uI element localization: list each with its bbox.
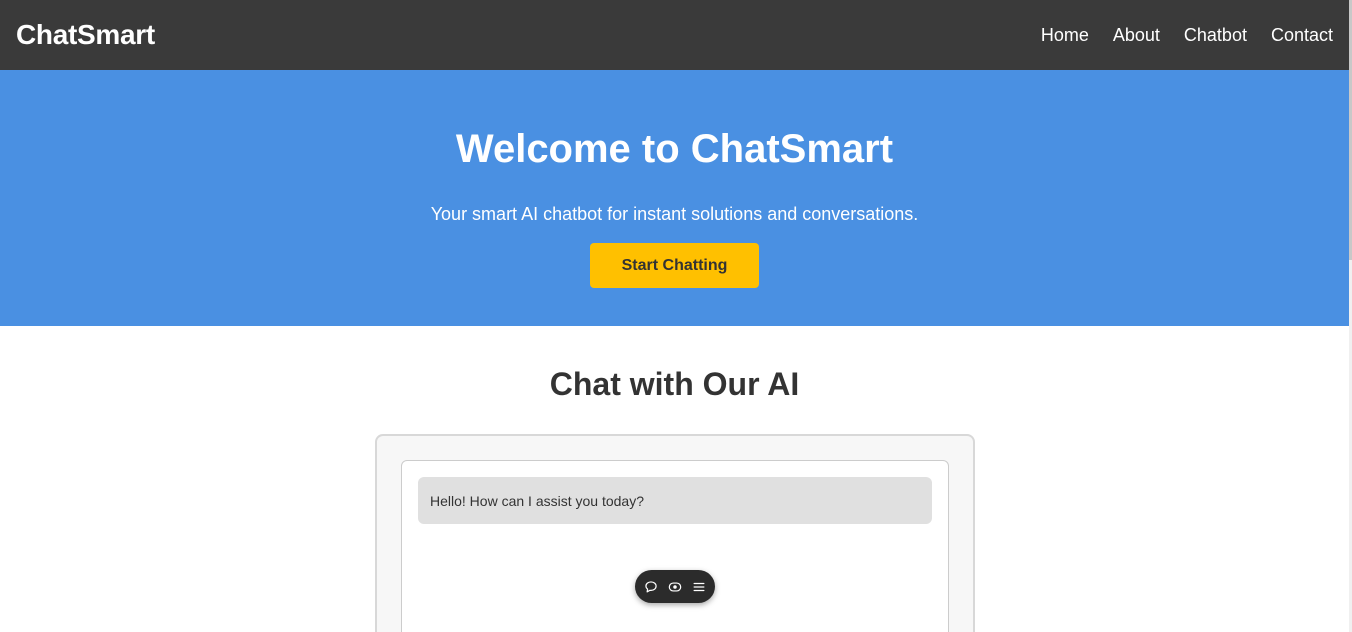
hero-subtitle: Your smart AI chatbot for instant soluti… bbox=[430, 204, 919, 224]
menu-icon[interactable] bbox=[691, 579, 707, 595]
chat-box[interactable]: Hello! How can I assist you today? bbox=[401, 460, 949, 632]
nav-links: Home About Chatbot Contact bbox=[1041, 25, 1333, 46]
start-chatting-button[interactable]: Start Chatting bbox=[590, 243, 759, 288]
nav-link-home[interactable]: Home bbox=[1041, 25, 1089, 46]
chat-bubble-icon[interactable] bbox=[643, 579, 659, 595]
bot-message: Hello! How can I assist you today? bbox=[418, 477, 932, 524]
nav-link-contact[interactable]: Contact bbox=[1271, 25, 1333, 46]
brand-logo[interactable]: ChatSmart bbox=[16, 19, 155, 51]
nav-link-chatbot[interactable]: Chatbot bbox=[1184, 25, 1247, 46]
eye-icon[interactable] bbox=[667, 579, 683, 595]
navbar: ChatSmart Home About Chatbot Contact bbox=[0, 0, 1349, 70]
chat-section-title: Chat with Our AI bbox=[549, 366, 800, 402]
hero-title: Welcome to ChatSmart bbox=[455, 127, 894, 171]
nav-link-about[interactable]: About bbox=[1113, 25, 1160, 46]
floating-toolbar bbox=[635, 570, 715, 603]
hero-section: Welcome to ChatSmart Your smart AI chatb… bbox=[0, 70, 1349, 326]
